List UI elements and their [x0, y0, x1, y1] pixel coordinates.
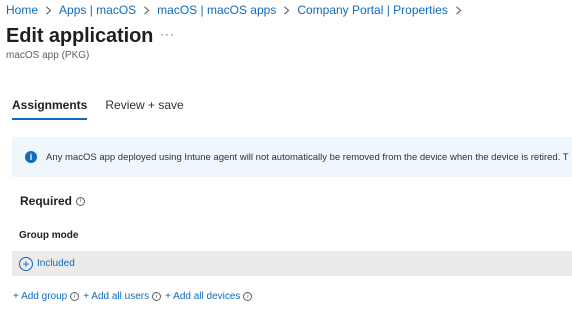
- page-title: Edit application: [6, 25, 154, 47]
- breadcrumb: Home Apps | macOS macOS | macOS apps Com…: [6, 3, 469, 17]
- breadcrumb-apps-macos[interactable]: Apps | macOS: [59, 3, 136, 17]
- info-circle-icon[interactable]: i: [152, 292, 162, 301]
- tab-bar: Assignments Review + save: [12, 98, 184, 120]
- add-all-users-link[interactable]: + Add all users: [83, 291, 149, 302]
- more-options-button[interactable]: ···: [160, 27, 175, 41]
- required-section-title: Required i: [20, 194, 86, 208]
- breadcrumb-macos-apps[interactable]: macOS | macOS apps: [157, 3, 276, 17]
- required-heading: Required: [20, 194, 73, 208]
- included-label: Included: [37, 258, 75, 269]
- chevron-right-icon: [455, 5, 462, 15]
- plus-circle-icon: +: [19, 256, 33, 271]
- info-circle-icon[interactable]: i: [76, 196, 86, 206]
- chevron-right-icon: [143, 5, 150, 15]
- page-subtitle: macOS app (PKG): [6, 50, 90, 61]
- included-group-row[interactable]: + Included: [12, 251, 572, 276]
- chevron-right-icon: [45, 5, 52, 15]
- group-mode-column-header: Group mode: [19, 230, 79, 241]
- info-banner: i Any macOS app deployed using Intune ag…: [12, 137, 572, 177]
- add-assignment-links: + Add group i + Add all users i + Add al…: [13, 291, 256, 302]
- add-group-link[interactable]: + Add group: [13, 291, 67, 302]
- info-circle-icon[interactable]: i: [243, 292, 253, 301]
- chevron-right-icon: [283, 5, 290, 15]
- info-circle-icon[interactable]: i: [70, 292, 80, 301]
- tab-review-save[interactable]: Review + save: [105, 98, 183, 120]
- info-banner-text: Any macOS app deployed using Intune agen…: [46, 151, 569, 163]
- breadcrumb-company-portal-properties[interactable]: Company Portal | Properties: [297, 3, 448, 17]
- info-icon: i: [25, 151, 37, 163]
- breadcrumb-home[interactable]: Home: [6, 3, 38, 17]
- tab-assignments[interactable]: Assignments: [12, 98, 88, 120]
- add-all-devices-link[interactable]: + Add all devices: [165, 291, 240, 302]
